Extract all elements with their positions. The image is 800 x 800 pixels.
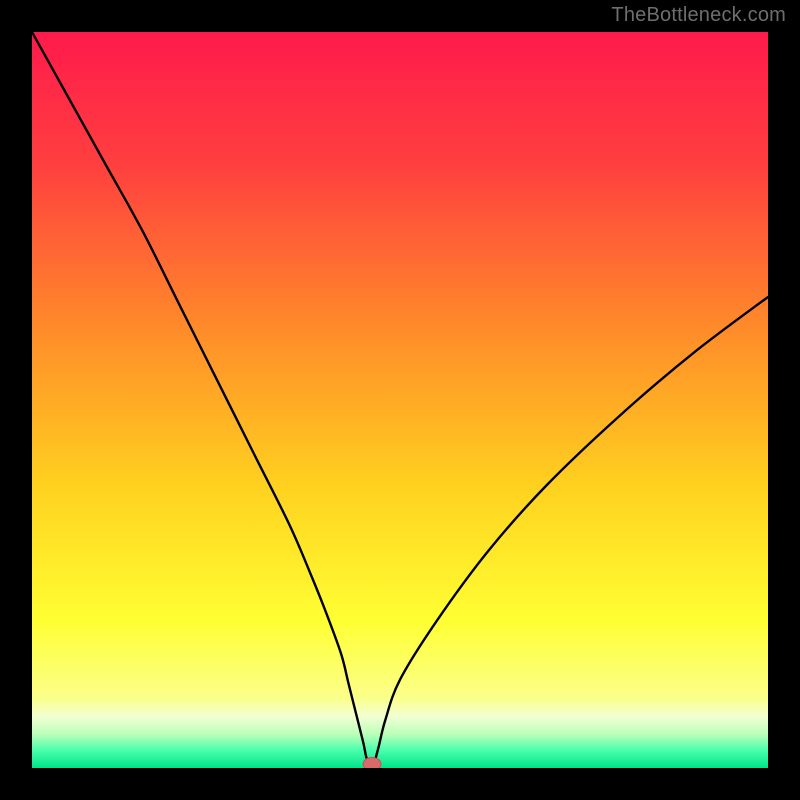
minimum-marker xyxy=(363,758,381,769)
bottleneck-chart xyxy=(32,32,768,768)
plot-area xyxy=(32,32,768,768)
watermark-text: TheBottleneck.com xyxy=(611,4,786,27)
gradient-background xyxy=(32,32,768,768)
chart-frame: TheBottleneck.com xyxy=(0,0,800,800)
